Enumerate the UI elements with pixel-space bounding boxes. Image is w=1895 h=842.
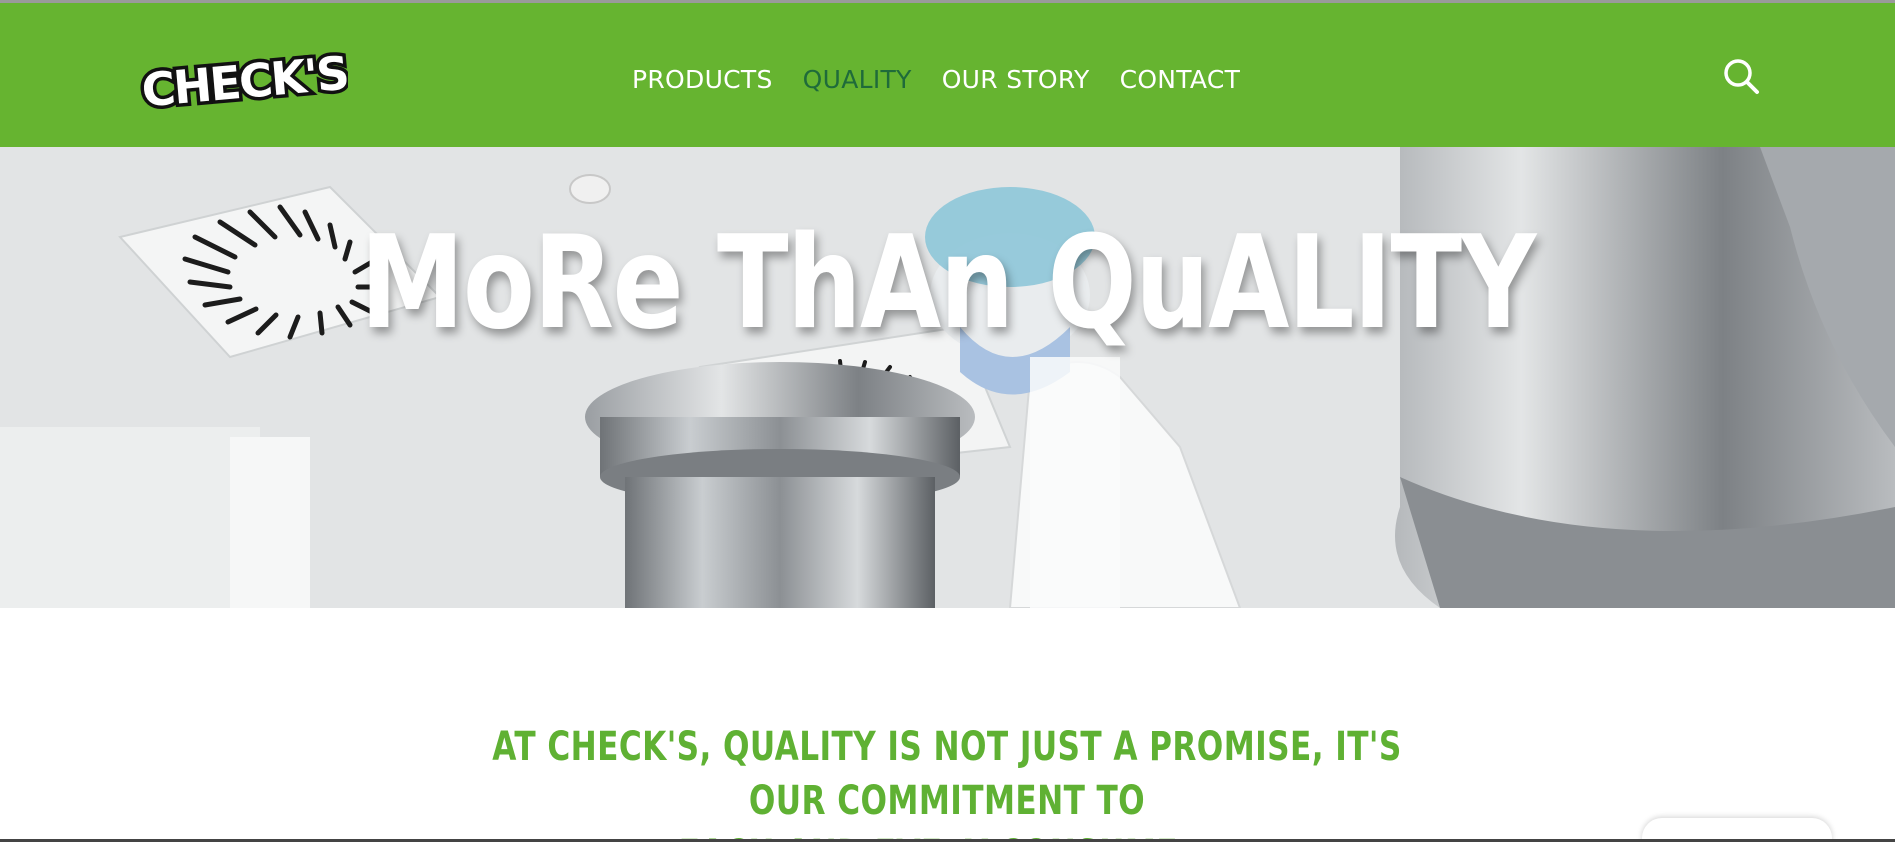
nav-products[interactable]: PRODUCTS [632, 65, 773, 94]
logo-wordmark: CHECK'S [139, 46, 348, 111]
nav-contact[interactable]: CONTACT [1120, 65, 1241, 94]
main-navigation: PRODUCTS QUALITY OUR STORY CONTACT [632, 61, 1270, 97]
brand-logo[interactable]: CHECK'S [133, 43, 348, 111]
site-header: CHECK'S PRODUCTS QUALITY OUR STORY CONTA… [0, 3, 1895, 147]
quality-tagline: AT CHECK'S, QUALITY IS NOT JUST A PROMIS… [479, 720, 1415, 842]
hero-banner: MoRe ThAn QuALITY [0, 147, 1895, 608]
search-icon[interactable] [1722, 57, 1762, 97]
tagline-line-1: AT CHECK'S, QUALITY IS NOT JUST A PROMIS… [492, 724, 1402, 824]
nav-our-story[interactable]: OUR STORY [942, 65, 1090, 94]
nav-quality[interactable]: QUALITY [803, 65, 912, 94]
hero-title: MoRe ThAn QuALITY [360, 209, 1536, 358]
